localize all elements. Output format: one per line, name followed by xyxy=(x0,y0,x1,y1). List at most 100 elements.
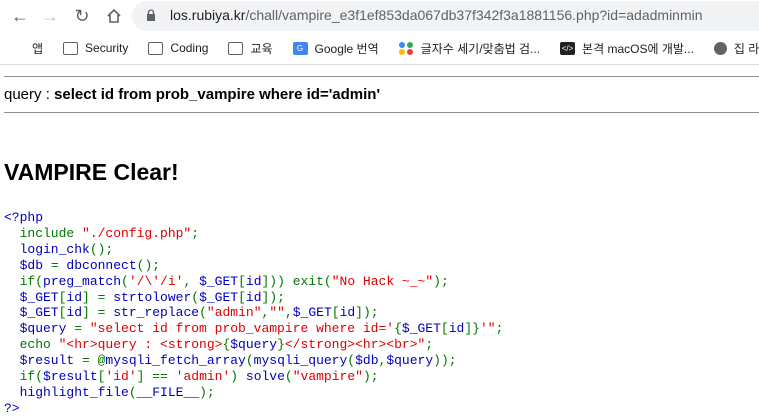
code-token: = xyxy=(50,257,67,273)
bookmark-macos-dev[interactable]: </> 본격 macOS에 개발... xyxy=(560,40,694,57)
code-token: ; xyxy=(191,225,200,241)
code-token: "./config.php" xyxy=(82,225,192,241)
code-token: $query xyxy=(230,337,278,353)
code-token: if( xyxy=(4,273,44,289)
php-close-tag: ?> xyxy=(4,400,20,416)
code-token: ( xyxy=(128,384,137,400)
code-token: ; xyxy=(495,321,504,337)
code-token: mysqli_query xyxy=(253,353,348,369)
code-token: $query xyxy=(386,353,434,369)
code-token: ) xyxy=(230,369,246,385)
home-icon[interactable] xyxy=(102,4,126,28)
code-token: "admin" xyxy=(206,305,262,321)
code-token: id xyxy=(339,305,356,321)
bookmark-label: 본격 macOS에 개발... xyxy=(582,41,694,56)
bookmarks-bar: 앱 Security Coding 교육 G Google 번역 글자수 세기/… xyxy=(0,34,759,62)
code-line: if($result['id'] == 'admin') solve("vamp… xyxy=(4,369,379,384)
code-line: $db = dbconnect(); xyxy=(4,258,160,273)
bookmark-label: 글자수 세기/맞춤법 검... xyxy=(420,41,541,56)
code-token: ]); xyxy=(261,289,285,305)
code-token: ( xyxy=(191,289,200,305)
bookmark-google-translate[interactable]: G Google 번역 xyxy=(292,40,379,57)
code-token: "<hr>query : <strong> xyxy=(58,337,223,353)
dots-icon xyxy=(398,41,414,55)
code-token: $_GET xyxy=(4,305,59,321)
code-token: $_GET xyxy=(199,273,239,289)
query-line: query : select id from prob_vampire wher… xyxy=(4,86,380,103)
code-token: "" xyxy=(269,305,285,321)
code-token: highlight_file xyxy=(4,384,129,400)
code-token: [ xyxy=(238,289,246,305)
code-token: ); xyxy=(433,273,449,289)
code-token: $result xyxy=(4,353,83,369)
code-token: )); xyxy=(433,353,457,369)
code-token: str_replace xyxy=(113,305,200,321)
chrome-divider xyxy=(0,64,759,65)
code-token: } xyxy=(277,337,285,353)
code-token: [ xyxy=(440,321,449,337)
code-token: [ xyxy=(238,273,246,289)
code-token: ]} xyxy=(464,321,480,337)
bookmark-security[interactable]: Security xyxy=(63,41,128,55)
forward-arrow-icon[interactable]: → xyxy=(38,4,62,28)
horizontal-rule xyxy=(4,76,759,77)
code-token: include xyxy=(4,225,83,241)
source-code: <?php include "./config.php"; login_chk(… xyxy=(4,210,503,417)
bookmark-label: 교육 xyxy=(250,41,273,56)
query-label: query : xyxy=(4,86,55,103)
code-token: ] = xyxy=(82,305,114,321)
bookmark-apps[interactable]: 앱 xyxy=(10,40,43,57)
code-token: "select id from prob_vampire where id=' xyxy=(89,321,395,337)
code-line: highlight_file(__FILE__); xyxy=(4,385,215,400)
code-token: ( xyxy=(284,369,293,385)
code-token: id xyxy=(245,273,262,289)
code-token: $_GET xyxy=(4,289,59,305)
code-token: '" xyxy=(479,321,496,337)
code-token: echo xyxy=(4,337,59,353)
url-path: /chall/vampire_e3f1ef853da067db37f342f3a… xyxy=(245,7,703,23)
code-token: $db xyxy=(4,257,51,273)
code-token: __FILE__ xyxy=(136,384,200,400)
code-token: 'admin' xyxy=(175,369,231,385)
bookmark-label: Security xyxy=(85,41,129,55)
code-line: $query = "select id from prob_vampire wh… xyxy=(4,321,504,337)
code-icon: </> xyxy=(560,41,576,55)
code-token: dbconnect xyxy=(66,257,137,273)
bookmark-coding[interactable]: Coding xyxy=(148,41,208,55)
code-token: $result xyxy=(43,369,98,385)
code-token: $_GET xyxy=(199,289,239,305)
code-line: login_chk(); xyxy=(4,241,114,257)
code-token: $_GET xyxy=(292,305,332,321)
bookmark-char-count[interactable]: 글자수 세기/맞춤법 검... xyxy=(398,40,541,57)
code-token: "vampire" xyxy=(292,369,363,385)
code-token: (); xyxy=(136,257,161,273)
google-translate-icon: G xyxy=(292,41,308,55)
back-arrow-icon[interactable]: ← xyxy=(8,4,32,28)
code-token: ( xyxy=(347,353,356,369)
url-text[interactable]: los.rubiya.kr/chall/vampire_e3f1ef853da0… xyxy=(170,7,703,23)
code-token: $query xyxy=(4,321,75,337)
address-bar[interactable]: los.rubiya.kr/chall/vampire_e3f1ef853da0… xyxy=(132,1,759,31)
url-host: los.rubiya.kr xyxy=(170,7,246,23)
code-token: ( xyxy=(199,305,207,321)
code-token: = xyxy=(74,321,90,337)
bookmark-label: Google 번역 xyxy=(314,41,379,56)
code-token: $db xyxy=(355,353,379,369)
code-token: (); xyxy=(89,241,114,257)
code-token: </strong><hr><br>" xyxy=(284,337,426,353)
folder-icon xyxy=(63,41,79,55)
code-token: ( xyxy=(245,353,254,369)
code-token: '/\'/i' xyxy=(128,273,184,289)
code-token: ]); xyxy=(355,305,379,321)
code-token: if( xyxy=(4,369,44,385)
code-token: ])) exit( xyxy=(261,273,332,289)
code-token: mysqli_fetch_array xyxy=(105,353,246,369)
code-token: preg_match xyxy=(43,273,122,289)
code-line: $_GET[id] = strtolower($_GET[id]); xyxy=(4,290,285,305)
bookmark-education[interactable]: 교육 xyxy=(228,40,273,57)
lock-icon[interactable] xyxy=(146,9,156,21)
bookmark-home-router[interactable]: 집 라우터 xyxy=(713,40,759,57)
code-token: $_GET xyxy=(401,321,441,337)
bookmark-label: 앱 xyxy=(32,41,44,56)
reload-icon[interactable]: ↻ xyxy=(70,4,94,28)
